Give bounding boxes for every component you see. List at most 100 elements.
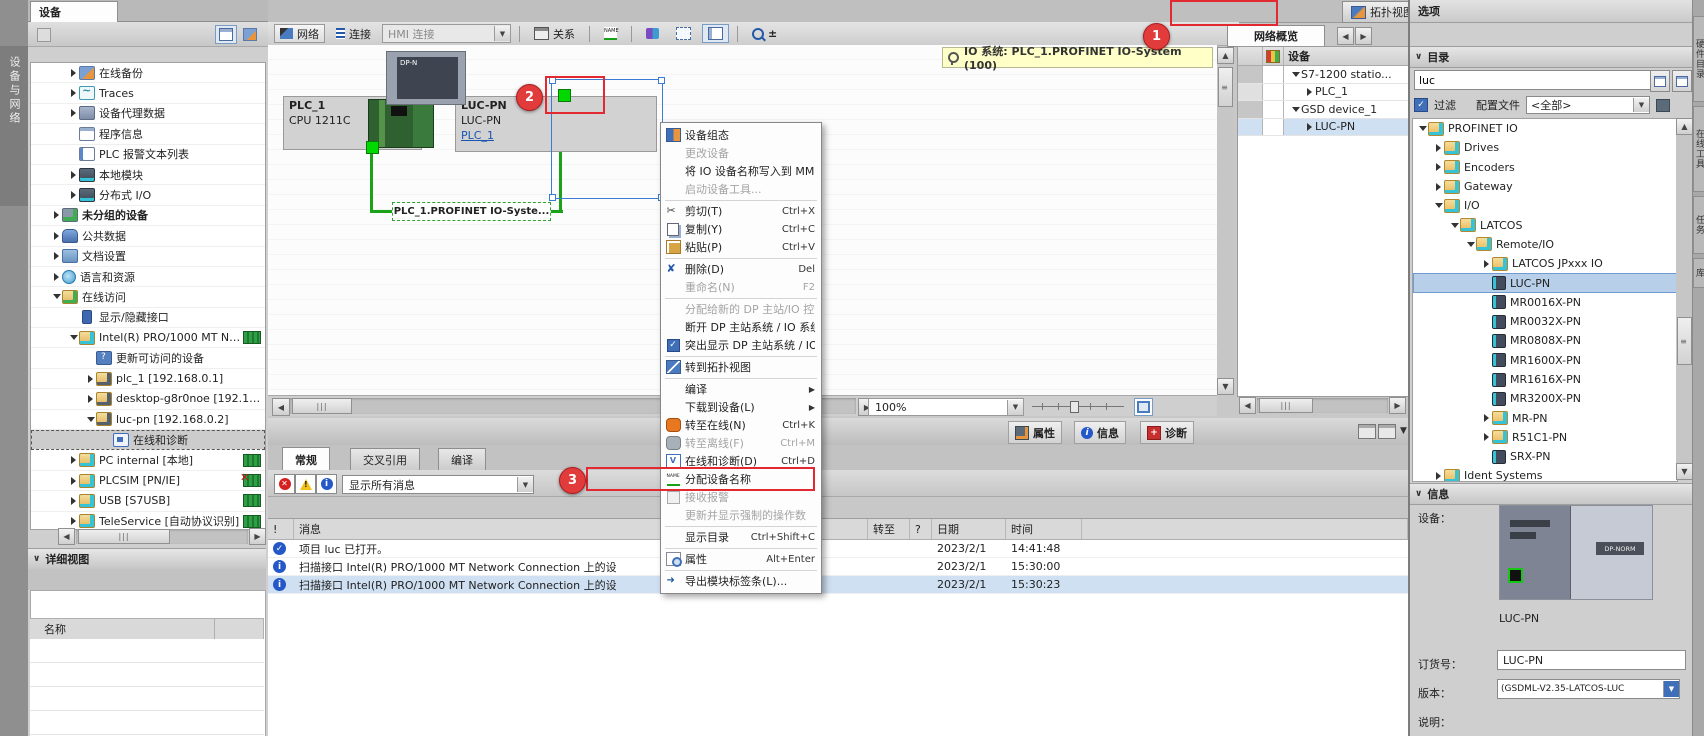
plc-profinet-port[interactable] xyxy=(366,141,379,154)
library-view-icon[interactable] xyxy=(239,25,261,44)
overview-row[interactable]: LUC-PN xyxy=(1238,119,1409,137)
tab-cross-references[interactable]: 交叉引用 xyxy=(350,448,420,471)
catalog-item[interactable]: MR3200X-PN xyxy=(1413,389,1677,408)
menu-item[interactable]: 转至离线(F)Ctrl+M xyxy=(661,434,821,452)
catalog-item[interactable]: I/O xyxy=(1413,196,1677,215)
catalog-vscrollbar[interactable]: ▲ ≡ ▼ xyxy=(1676,118,1692,480)
catalog-item[interactable]: Drives xyxy=(1413,138,1677,157)
zoom-slider-handle[interactable] xyxy=(1070,401,1079,413)
assign-name-tool-icon[interactable]: NAME xyxy=(598,24,623,43)
tree-item[interactable]: 程序信息 xyxy=(31,124,265,144)
message-column-header[interactable]: ! xyxy=(268,519,294,539)
menu-item[interactable]: 转至在线(N)Ctrl+K xyxy=(661,416,821,434)
menu-item[interactable]: 更新并显示强制的操作数 xyxy=(661,506,821,524)
io-system-label[interactable]: PLC_1.PROFINET IO-Syste... xyxy=(392,202,551,221)
filter-checkbox[interactable]: ✓ xyxy=(1414,98,1428,112)
message-row[interactable]: i扫描接口 Intel(R) PRO/1000 MT Network Conne… xyxy=(268,558,1408,576)
details-view-icon[interactable] xyxy=(215,25,237,44)
catalog-item[interactable]: MR1600X-PN xyxy=(1413,351,1677,370)
tree-item[interactable]: 语言和资源 xyxy=(31,267,265,287)
filter-errors-icon[interactable]: ✕ xyxy=(274,474,295,494)
io-controller-link[interactable]: PLC_1 xyxy=(461,129,494,142)
catalog-item[interactable]: LUC-PN xyxy=(1413,273,1677,292)
tree-item[interactable]: 文档设置 xyxy=(31,247,265,267)
catalog-item[interactable]: MR0032X-PN xyxy=(1413,312,1677,331)
menu-item[interactable]: ✂剪切(T)Ctrl+X xyxy=(661,202,821,220)
tab-network-overview[interactable]: 网络概览 xyxy=(1227,25,1325,47)
relations-button[interactable]: 关系 xyxy=(528,24,581,43)
overview-row[interactable]: PLC_1 xyxy=(1238,84,1409,102)
zoom-slider[interactable] xyxy=(1032,398,1124,414)
menu-item[interactable]: 复制(Y)Ctrl+C xyxy=(661,220,821,238)
menu-item[interactable]: NAME分配设备名称3 xyxy=(661,470,821,488)
overview-hscrollbar[interactable]: ◀ ||| ▶ xyxy=(1239,397,1406,413)
tree-item[interactable]: desktop-g8r0noe [192.168... xyxy=(31,389,265,409)
catalog-item[interactable]: MR1616X-PN xyxy=(1413,370,1677,389)
tab-info[interactable]: i 信息 xyxy=(1074,421,1126,444)
message-column-header[interactable]: ? xyxy=(910,519,932,539)
order-number-field[interactable]: LUC-PN xyxy=(1497,650,1686,670)
filter-warnings-icon[interactable] xyxy=(295,474,316,494)
catalog-section-header[interactable]: ∨目录 xyxy=(1410,46,1694,68)
menu-item[interactable]: 下载到设备(L)▶ xyxy=(661,398,821,416)
tab-devices[interactable]: 设备 xyxy=(30,1,118,22)
tree-item[interactable]: 在线和诊断 xyxy=(31,430,265,450)
table-area-toggle-icon[interactable] xyxy=(702,24,729,43)
message-filter-select[interactable]: 显示所有消息 ▼ xyxy=(342,475,534,494)
tree-item[interactable]: 显示/隐藏接口 xyxy=(31,308,265,328)
taskcard-tab-4[interactable]: 库 xyxy=(1693,258,1704,288)
filter-settings-icon[interactable] xyxy=(1656,99,1670,112)
message-column-header[interactable]: 时间 xyxy=(1006,519,1082,539)
tree-item[interactable]: 在线备份 xyxy=(31,63,265,83)
catalog-item[interactable]: PROFINET IO xyxy=(1413,119,1677,138)
tree-item[interactable]: USB [S7USB] xyxy=(31,491,265,511)
next-tab-icon[interactable]: ▶ xyxy=(1355,27,1372,45)
message-row[interactable]: i扫描接口 Intel(R) PRO/1000 MT Network Conne… xyxy=(268,576,1408,594)
catalog-item[interactable]: Encoders xyxy=(1413,158,1677,177)
zoom-tool-icon[interactable]: ± xyxy=(746,24,783,43)
tree-item[interactable]: plc_1 [192.168.0.1] xyxy=(31,369,265,389)
profile-select[interactable]: <全部> ▼ xyxy=(1526,96,1650,114)
search-down-icon[interactable] xyxy=(1650,70,1670,92)
fit-to-view-icon[interactable] xyxy=(1134,398,1153,416)
catalog-item[interactable]: MR-PN xyxy=(1413,408,1677,427)
chevron-down-icon[interactable]: ▼ xyxy=(1400,426,1407,436)
connections-button[interactable]: 连接 xyxy=(330,24,377,43)
menu-item[interactable]: 接收报警 xyxy=(661,488,821,506)
show-addresses-icon[interactable] xyxy=(640,24,665,43)
network-mode-button[interactable]: 网络 xyxy=(274,24,325,43)
zoom-level-select[interactable]: 100% ▼ xyxy=(868,398,1024,416)
menu-item[interactable]: 断开 DP 主站系统 / IO 系统连接 xyxy=(661,318,821,336)
tab-compile[interactable]: 编译 xyxy=(438,448,486,471)
search-up-icon[interactable] xyxy=(1672,70,1692,92)
tree-item[interactable]: PC internal [本地] xyxy=(31,450,265,470)
tree-item[interactable]: 公共数据 xyxy=(31,226,265,246)
menu-item[interactable]: 转到拓扑视图 xyxy=(661,358,821,376)
version-select[interactable]: (GSDML-V2.35-LATCOS-LUC ▼ xyxy=(1497,679,1680,699)
tree-item[interactable]: PLC 报警文本列表 xyxy=(31,145,265,165)
menu-item[interactable]: 启动设备工具... xyxy=(661,180,821,198)
taskcard-tab-1[interactable]: 硬件目录 xyxy=(1693,16,1704,102)
catalog-item[interactable]: Gateway xyxy=(1413,177,1677,196)
catalog-item[interactable]: R51C1-PN xyxy=(1413,428,1677,447)
tree-item[interactable]: 设备代理数据 xyxy=(31,104,265,124)
collapse-pane-icon[interactable] xyxy=(1378,424,1396,439)
catalog-item[interactable]: Ident Systems xyxy=(1413,466,1677,482)
detail-view-header[interactable]: ∨详细视图 xyxy=(28,548,266,570)
menu-item[interactable]: ➜导出模块标签条(L)... xyxy=(661,572,821,590)
catalog-item[interactable]: Remote/IO xyxy=(1413,235,1677,254)
filter-info-icon[interactable]: i xyxy=(316,474,337,494)
restore-pane-icon[interactable] xyxy=(1358,424,1376,439)
detail-name-column[interactable]: 名称 xyxy=(30,619,215,639)
taskcard-tab-2[interactable]: 在线工具 xyxy=(1693,106,1704,192)
catalog-item[interactable]: LATCOS JPxxx IO xyxy=(1413,254,1677,273)
message-row[interactable]: ✓项目 luc 已打开。2023/2/114:41:48 xyxy=(268,540,1408,558)
menu-item[interactable]: 更改设备 xyxy=(661,144,821,162)
scroll-left-icon[interactable]: ◀ xyxy=(272,398,290,416)
menu-item[interactable]: ✓突出显示 DP 主站系统 / IO 系统 xyxy=(661,336,821,354)
message-column-header[interactable]: 日期 xyxy=(932,519,1006,539)
catalog-item[interactable]: MR0808X-PN xyxy=(1413,331,1677,350)
tree-item[interactable]: PLCSIM [PN/IE] xyxy=(31,471,265,491)
menu-item[interactable]: V在线和诊断(D)Ctrl+D xyxy=(661,452,821,470)
menu-item[interactable]: ✘删除(D)Del xyxy=(661,260,821,278)
